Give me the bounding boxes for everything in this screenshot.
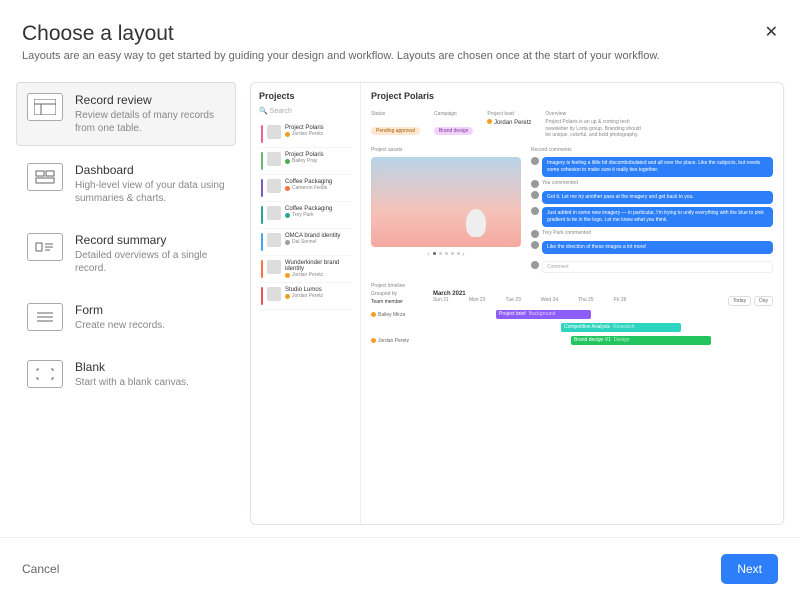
timeline-day: Sun 21 [433,297,449,303]
preview-list-item: Coffee PackagingTrey Park [259,202,352,229]
timeline-day: Thu 25 [578,297,594,303]
campaign-pill: Brand design [434,127,473,135]
preview-record-title: Project Polaris [371,91,773,101]
groupby-label: Grouped by [371,291,403,297]
preview-list-item: OMCA brand identityDal Sennel [259,229,352,256]
record-summary-icon [27,233,63,261]
preview-list-item: Project PolarisJordan Peretz [259,121,352,148]
groupby-value: Team member [371,299,403,305]
today-button: Today [728,296,751,306]
option-desc: Detailed overviews of a single record. [75,249,225,275]
preview-sidebar-title: Projects [259,91,352,101]
dashboard-icon [27,163,63,191]
comment-row: You commented [531,180,773,188]
option-desc: Start with a blank canvas. [75,376,225,389]
assets-label: Project assets [371,147,521,153]
option-desc: High-level view of your data using summa… [75,179,225,205]
blank-icon [27,360,63,388]
option-title: Record review [75,93,225,107]
record-review-icon [27,93,63,121]
close-button[interactable]: ✕ [765,22,778,42]
option-desc: Create new records. [75,319,225,332]
comment-row: Just added in some new imagery — in part… [531,207,773,227]
option-title: Form [75,303,225,317]
comment-row: Trey Park commented [531,230,773,238]
option-title: Record summary [75,233,225,247]
option-form[interactable]: Form Create new records. [16,292,236,343]
preview-list-item: Project PolarisBailey Pray [259,148,352,175]
preview-list-item: Coffee PackagingCameron Fields [259,175,352,202]
preview-main: Project Polaris Status Pending approval … [361,83,783,524]
comment-input: Comment [542,261,773,273]
timeline-day: Wed 24 [541,297,558,303]
preview-list-item: Wunderkinder brand identityJordan Peretz [259,256,352,283]
overview-text: Project Polaris is an up & coming tech n… [545,119,645,139]
option-record-summary[interactable]: Record summary Detailed overviews of a s… [16,222,236,286]
layout-options-list: Record review Review details of many rec… [16,82,236,525]
timeline-label: Project timeline [371,283,773,289]
option-dashboard[interactable]: Dashboard High-level view of your data u… [16,152,236,216]
carousel-indicator: ‹ › [371,252,521,258]
lead-value: Jordan Peretz [487,119,531,126]
option-record-review[interactable]: Record review Review details of many rec… [16,82,236,146]
modal-title: Choose a layout [22,22,778,46]
comments-label: Record comments [531,147,773,153]
timeline-row: Jordan PeretzBrand design V1 Design [371,336,773,346]
timeline-day: Fri 26 [614,297,627,303]
option-title: Dashboard [75,163,225,177]
comment-row: Got it. Let me try another pass at the i… [531,191,773,204]
next-button[interactable]: Next [721,554,778,584]
layout-preview: Projects 🔍 Search Project PolarisJordan … [250,82,784,525]
preview-sidebar: Projects 🔍 Search Project PolarisJordan … [251,83,361,524]
avatar [531,261,539,269]
preview-search: 🔍 Search [259,107,352,115]
modal-subtitle: Layouts are an easy way to get started b… [22,50,778,62]
option-desc: Review details of many records from one … [75,109,225,135]
lead-label: Project lead [487,111,531,117]
status-pill: Pending approval [371,127,420,135]
comment-row: Imagery is feeling a little bit discombo… [531,157,773,177]
timeline-row: Competitive Analysis Research [371,323,773,333]
preview-list-item: Studio LumosJordan Peretz [259,283,352,310]
status-label: Status [371,111,420,117]
day-button: Day [754,296,773,306]
overview-label: Overview [545,111,773,117]
campaign-label: Campaign [434,111,473,117]
comment-row: Like the direction of these images a lot… [531,241,773,254]
timeline-row: Bailey MirzaProject brief Background [371,310,773,320]
option-blank[interactable]: Blank Start with a blank canvas. [16,349,236,400]
asset-image [371,157,521,247]
timeline-day: Tue 23 [506,297,521,303]
form-icon [27,303,63,331]
cancel-button[interactable]: Cancel [22,562,59,576]
option-title: Blank [75,360,225,374]
timeline-day: Mon 22 [469,297,486,303]
